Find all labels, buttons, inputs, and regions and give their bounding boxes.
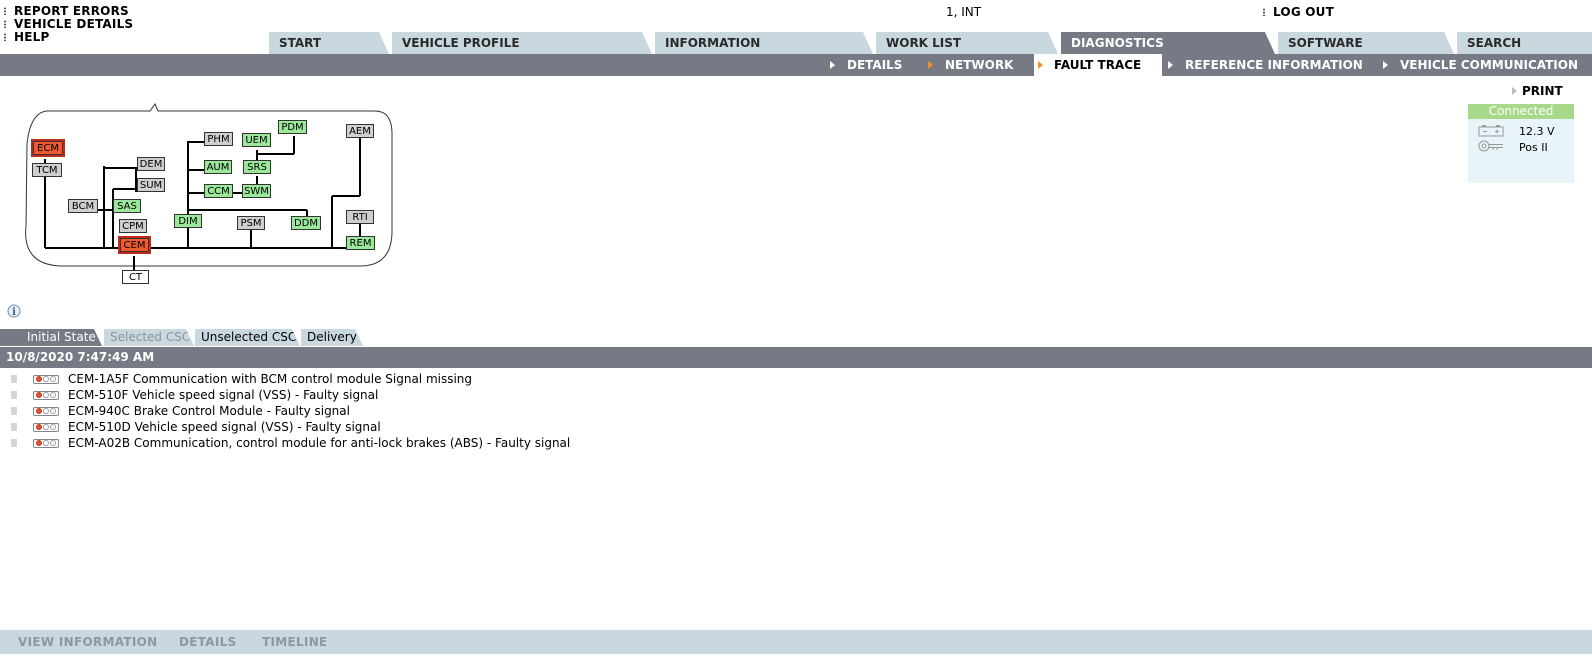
expand-icon[interactable] xyxy=(11,423,17,431)
status-lights-icon xyxy=(33,438,59,448)
fault-row[interactable]: CEM-1A5F Communication with BCM control … xyxy=(0,371,900,387)
expand-icon[interactable] xyxy=(11,439,17,447)
tab-work-list[interactable]: WORK LIST xyxy=(876,32,1058,54)
tab-selected-csc[interactable]: Selected CSC xyxy=(104,329,194,346)
module-srs[interactable]: SRS xyxy=(243,160,271,174)
subtab-vehicle-communication[interactable]: VEHICLE COMMUNICATION xyxy=(1383,54,1578,76)
ignition-position: Pos II xyxy=(1519,141,1548,154)
tab-initial-state[interactable]: Initial State xyxy=(0,329,102,346)
ignition-key-icon xyxy=(1478,140,1503,152)
module-tcm[interactable]: TCM xyxy=(32,163,62,177)
module-sas[interactable]: SAS xyxy=(113,199,141,213)
timestamp-bar: 10/8/2020 7:47:49 AM xyxy=(0,347,1592,368)
view-information-button[interactable]: VIEW INFORMATION xyxy=(18,630,158,654)
tab-unselected-csc[interactable]: Unselected CSC xyxy=(195,329,300,346)
voltage-value: 12.3 V xyxy=(1519,125,1555,138)
module-cpm[interactable]: CPM xyxy=(119,219,147,233)
module-cem[interactable]: CEM xyxy=(118,236,151,254)
module-psm[interactable]: PSM xyxy=(237,216,265,230)
module-aem[interactable]: AEM xyxy=(346,124,374,138)
module-ct[interactable]: CT xyxy=(122,270,149,284)
info-icon[interactable]: i xyxy=(7,304,21,318)
arrow-right-icon xyxy=(1512,87,1517,95)
fault-row[interactable]: ECM-A02B Communication, control module f… xyxy=(0,435,900,451)
expand-icon[interactable] xyxy=(11,375,17,383)
network-diagram: ECM TCM DEM SUM BCM SAS CPM CEM CT PHM U… xyxy=(0,96,400,292)
tab-information[interactable]: INFORMATION xyxy=(655,32,873,54)
tab-start[interactable]: START xyxy=(269,32,389,54)
grip-icon xyxy=(4,20,6,28)
module-sum[interactable]: SUM xyxy=(137,178,165,192)
timeline-button[interactable]: TIMELINE xyxy=(262,630,328,654)
report-errors-link[interactable]: REPORT ERRORS xyxy=(4,4,129,18)
status-lights-icon xyxy=(33,422,59,432)
arrow-right-icon xyxy=(1168,60,1173,69)
tab-search[interactable]: SEARCH xyxy=(1457,32,1592,54)
svg-text:i: i xyxy=(12,307,16,318)
expand-icon[interactable] xyxy=(11,407,17,415)
module-ddm[interactable]: DDM xyxy=(291,216,321,230)
tab-delivery[interactable]: Delivery xyxy=(301,329,363,346)
help-link[interactable]: HELP xyxy=(4,30,49,44)
module-aum[interactable]: AUM xyxy=(204,160,232,174)
arrow-right-icon xyxy=(1383,60,1388,69)
print-button[interactable]: PRINT xyxy=(1512,84,1563,98)
details-button[interactable]: DETAILS xyxy=(179,630,237,654)
grip-icon xyxy=(4,7,6,15)
battery-icon xyxy=(1478,125,1504,137)
module-dem[interactable]: DEM xyxy=(137,157,165,171)
module-swm[interactable]: SWM xyxy=(242,184,271,198)
grip-icon xyxy=(4,33,6,41)
module-uem[interactable]: UEM xyxy=(242,133,271,147)
status-lights-icon xyxy=(33,390,59,400)
user-info: 1, INT xyxy=(946,5,982,19)
tab-diagnostics[interactable]: DIAGNOSTICS xyxy=(1061,32,1275,54)
arrow-right-icon xyxy=(1038,60,1043,69)
subtab-network[interactable]: NETWORK xyxy=(928,54,1013,76)
arrow-right-icon xyxy=(928,60,933,69)
subtab-fault-trace[interactable]: FAULT TRACE xyxy=(1034,54,1162,76)
network-wiring xyxy=(25,102,393,276)
module-phm[interactable]: PHM xyxy=(204,132,233,146)
grip-icon xyxy=(1263,8,1265,16)
status-lights-icon xyxy=(33,374,59,384)
tab-vehicle-profile[interactable]: VEHICLE PROFILE xyxy=(392,32,652,54)
logout-link[interactable]: LOG OUT xyxy=(1263,5,1334,19)
expand-icon[interactable] xyxy=(11,391,17,399)
module-ccm[interactable]: CCM xyxy=(204,184,233,198)
fault-row[interactable]: ECM-940C Brake Control Module - Faulty s… xyxy=(0,403,900,419)
vehicle-details-link[interactable]: VEHICLE DETAILS xyxy=(4,17,133,31)
connection-panel: 12.3 V Pos II xyxy=(1468,119,1574,183)
module-ecm[interactable]: ECM xyxy=(31,139,65,157)
connection-status: Connected xyxy=(1468,104,1574,119)
tab-software[interactable]: SOFTWARE xyxy=(1278,32,1454,54)
subtab-details[interactable]: DETAILS xyxy=(830,54,902,76)
arrow-right-icon xyxy=(830,60,835,69)
module-rem[interactable]: REM xyxy=(346,236,375,250)
subtab-reference-information[interactable]: REFERENCE INFORMATION xyxy=(1168,54,1363,76)
bottom-action-bar xyxy=(0,630,1592,654)
fault-row[interactable]: ECM-510D Vehicle speed signal (VSS) - Fa… xyxy=(0,419,900,435)
module-rti[interactable]: RTI xyxy=(346,210,374,224)
module-dim[interactable]: DIM xyxy=(174,214,202,228)
module-pdm[interactable]: PDM xyxy=(278,120,307,134)
fault-row[interactable]: ECM-510F Vehicle speed signal (VSS) - Fa… xyxy=(0,387,900,403)
module-bcm[interactable]: BCM xyxy=(68,199,98,213)
status-lights-icon xyxy=(33,406,59,416)
